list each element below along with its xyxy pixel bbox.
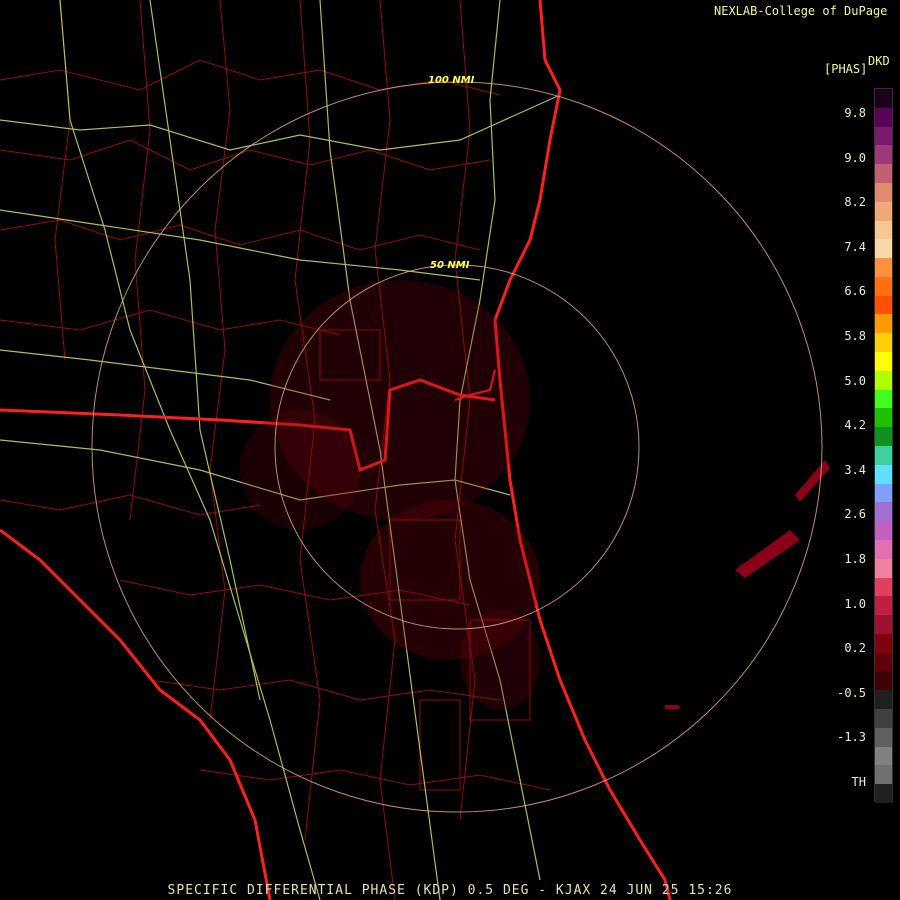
legend-swatch bbox=[875, 239, 892, 259]
legend-swatch bbox=[875, 408, 892, 428]
legend-swatch bbox=[875, 558, 892, 579]
legend-swatch bbox=[875, 370, 892, 391]
legend-swatch bbox=[875, 89, 892, 109]
legend-tick-label: 6.6 bbox=[844, 284, 866, 299]
color-legend-bar bbox=[874, 88, 893, 804]
ring-label-50: 50 NMI bbox=[430, 260, 470, 271]
legend-swatch bbox=[875, 615, 892, 635]
legend-tick-label: 9.8 bbox=[844, 106, 866, 120]
legend-swatch bbox=[875, 483, 892, 503]
legend-swatch bbox=[875, 671, 892, 691]
legend-swatch bbox=[875, 727, 892, 748]
credit-text[interactable]: NEXLAB-College of DuPage bbox=[714, 4, 887, 18]
legend-swatch bbox=[875, 314, 892, 334]
legend-swatch bbox=[875, 746, 892, 766]
legend-tick-label: 4.2 bbox=[844, 418, 866, 433]
legend-tick-label: -1.3 bbox=[837, 730, 866, 745]
legend-tick-label: TH bbox=[851, 775, 866, 789]
legend-swatch bbox=[875, 126, 892, 146]
legend-tick-label: 9.0 bbox=[844, 150, 866, 165]
legend-swatch bbox=[875, 709, 892, 729]
legend-tick-label: 0.2 bbox=[844, 641, 866, 656]
legend-swatch bbox=[875, 633, 892, 654]
legend-swatch bbox=[875, 502, 892, 522]
radar-returns bbox=[240, 280, 540, 710]
legend-tick-label: 7.4 bbox=[844, 239, 866, 254]
legend-swatch bbox=[875, 295, 892, 315]
sea-clutter bbox=[665, 460, 830, 709]
legend-swatch bbox=[875, 765, 892, 785]
product-caption: SPECIFIC DIFFERENTIAL PHASE (KDP) 0.5 DE… bbox=[167, 883, 733, 898]
legend-swatch bbox=[875, 577, 892, 597]
legend-swatch bbox=[875, 521, 892, 541]
legend-tick-label: -0.5 bbox=[837, 685, 866, 700]
legend-tick-label: 1.0 bbox=[844, 596, 866, 611]
legend-swatch bbox=[875, 352, 892, 372]
legend-swatch bbox=[875, 389, 892, 409]
legend-tick-label: 3.4 bbox=[844, 462, 866, 477]
legend-tick-label: 5.0 bbox=[844, 373, 866, 388]
legend-swatch bbox=[875, 258, 892, 278]
legend-swatch bbox=[875, 107, 892, 128]
ring-label-100: 100 NMI bbox=[428, 75, 475, 86]
legend-swatch bbox=[875, 220, 892, 240]
radar-map: 100 NMI 50 NMI bbox=[0, 0, 830, 900]
legend-swatch bbox=[875, 427, 892, 447]
legend-tick-label: 2.6 bbox=[844, 507, 866, 522]
legend-swatch bbox=[875, 446, 892, 466]
legend-swatch bbox=[875, 333, 892, 353]
coastline bbox=[493, 0, 672, 900]
legend-swatch bbox=[875, 596, 892, 616]
legend-swatch bbox=[875, 539, 892, 560]
legend-swatch bbox=[875, 145, 892, 165]
legend-tick-label: 8.2 bbox=[844, 195, 866, 210]
legend-swatch bbox=[875, 652, 892, 672]
legend-product: DKD bbox=[868, 54, 890, 68]
legend-swatch bbox=[875, 164, 892, 184]
legend-swatch bbox=[875, 182, 892, 203]
legend-swatch bbox=[875, 464, 892, 485]
legend-swatch bbox=[875, 276, 892, 297]
legend-unit: [PHAS] bbox=[824, 62, 868, 76]
legend-tick-label: 1.8 bbox=[844, 552, 866, 566]
legend-swatch bbox=[875, 784, 892, 804]
legend-tick-label: 5.8 bbox=[844, 329, 866, 343]
legend-swatch bbox=[875, 201, 892, 222]
legend-swatch bbox=[875, 690, 892, 710]
